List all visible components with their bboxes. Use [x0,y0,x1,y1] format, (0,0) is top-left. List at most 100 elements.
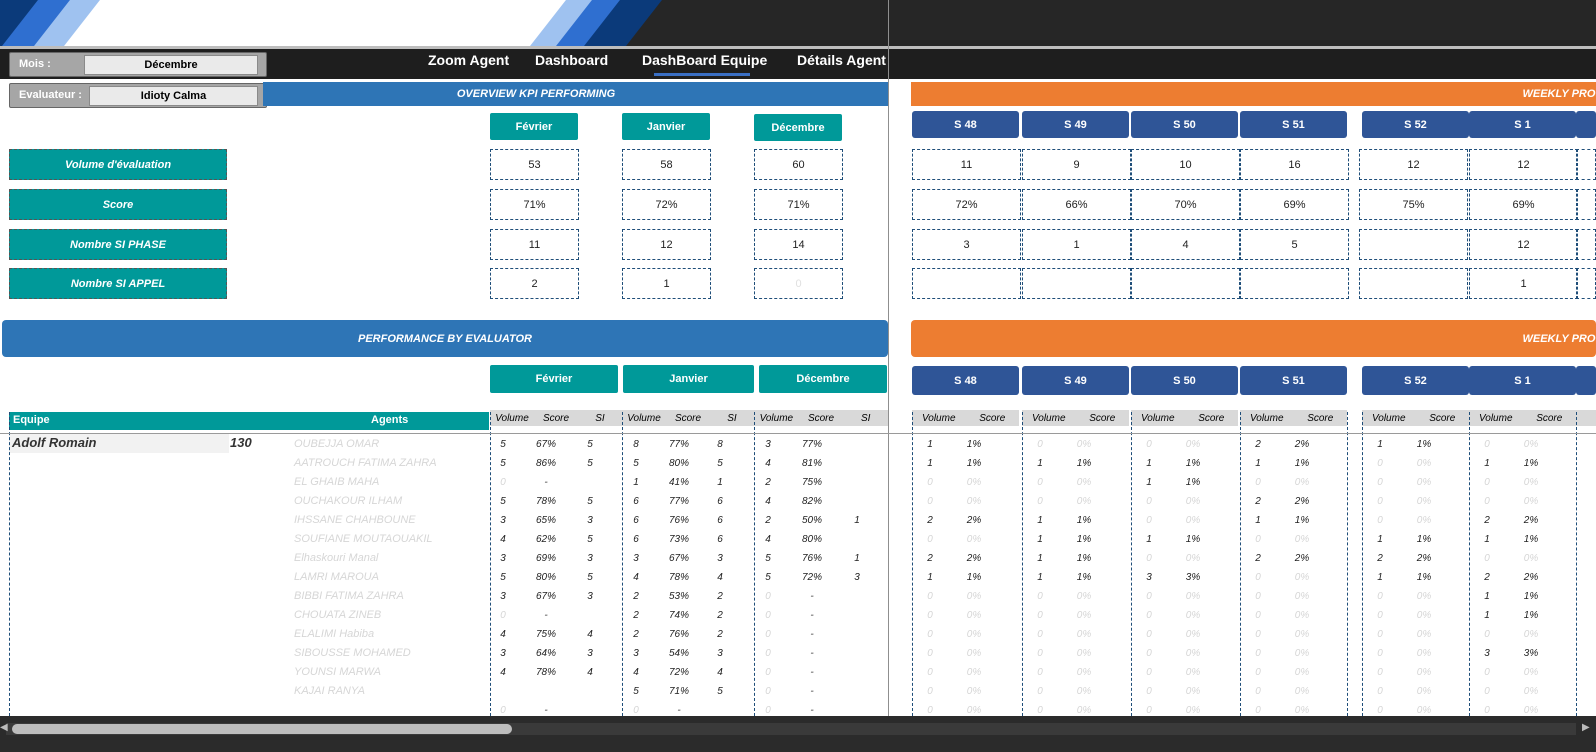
week-value-cell: 0% [1294,534,1310,545]
week-value-cell: 0% [1076,667,1092,678]
month-value-cell: 78% [535,496,556,507]
top-banner [0,0,1596,46]
month-value-cell: 4 [587,667,593,678]
weekly-banner-top: WEEKLY PROG [911,82,1596,106]
subheader-label: Volume [495,412,529,424]
kpi-month-cell: 1 [622,268,711,299]
column-separator [754,412,755,716]
month-value-cell: 86% [535,458,556,469]
month-value-cell: 53% [668,591,689,602]
week-value-cell: 0 [1255,572,1261,583]
week-value-cell: 0% [1416,610,1432,621]
week-value-cell: 3% [1185,572,1201,583]
evaluator-name: Adolf Romain [12,435,97,450]
week-value-cell: 3 [1146,572,1152,583]
week-value-cell: 0% [1294,591,1310,602]
week-value-cell: 0% [1416,629,1432,640]
week-value-cell: 0 [1037,629,1043,640]
scroll-left-icon[interactable]: ◀ [0,722,8,733]
week-value-cell: 0% [1185,610,1201,621]
month-value-cell: 5 [587,458,593,469]
month-value-cell [839,625,875,644]
perf-week-header-partial [1576,366,1596,395]
agent-name: SOUFIANE MOUTAOUAKIL [294,533,433,545]
month-value-cell [839,587,875,606]
week-value-cell: 1 [1255,458,1261,469]
week-value-cell: 1 [1146,458,1152,469]
scroll-right-icon[interactable]: ▶ [1582,722,1590,733]
week-value-cell: 0% [966,496,982,507]
overview-month-header: Janvier [622,113,710,140]
evaluateur-dropdown[interactable]: Idioty Calma [89,86,258,106]
week-value-cell: 1 [1377,534,1383,545]
week-value-cell: 0 [1484,553,1490,564]
month-value-cell: 75% [535,629,556,640]
column-separator [1240,412,1241,716]
performance-title: PERFORMANCE BY EVALUATOR [358,332,532,345]
month-value-cell: 5 [717,686,723,697]
week-value-cell: 0 [1255,591,1261,602]
week-value-cell: 1% [1076,458,1092,469]
week-value-cell: 0 [927,667,933,678]
week-value-cell: 1% [1523,534,1539,545]
week-value-cell: 0 [927,686,933,697]
month-value-cell: 54% [668,648,689,659]
week-value-cell: 0% [1294,667,1310,678]
week-value-cell: 1% [966,439,982,450]
column-separator [1131,412,1132,716]
nav-zoom-agent[interactable]: Zoom Agent [428,52,509,68]
month-value-cell: 78% [668,572,689,583]
nav-dashboard[interactable]: Dashboard [535,52,608,68]
subheader-label: Volume [921,412,956,424]
week-subheader: Volume Score [1022,410,1129,426]
month-value-cell: 3 [854,572,860,583]
month-value-cell: 4 [717,572,723,583]
kpi-week-cell: 69% [1240,189,1349,220]
kpi-week-cell-partial [1576,229,1596,260]
week-value-cell: 0 [1484,686,1490,697]
week-value-cell: 0% [1416,515,1432,526]
month-value-cell: 6 [717,534,723,545]
column-separator [1022,412,1023,716]
nav-dashboard-equipe[interactable]: DashBoard Equipe [642,52,767,68]
week-value-cell: 2% [966,515,982,526]
week-value-cell: 1 [1255,515,1261,526]
performance-banner: PERFORMANCE BY EVALUATOR [2,320,888,357]
week-subheader: Volume Score [912,410,1019,426]
kpi-week-cell: 72% [912,189,1021,220]
week-value-cell: 3% [1523,648,1539,659]
subheader-label: SI [595,412,605,424]
evaluateur-filter: Evaluateur : Idioty Calma [9,83,267,108]
week-value-cell: 0 [1484,477,1490,488]
week-value-cell: 0% [1076,591,1092,602]
week-value-cell: 0 [1255,648,1261,659]
month-value-cell: 3 [633,553,639,564]
column-separator [1576,412,1577,716]
kpi-week-cell [1240,268,1349,299]
subheader-label: Volume [1249,412,1284,424]
agent-name: SIBOUSSE MOHAMED [294,647,411,659]
scroll-thumb[interactable] [12,724,512,734]
month-value-cell: 65% [535,515,556,526]
week-value-cell: 1 [1484,591,1490,602]
week-value-cell: 2 [1377,553,1383,564]
kpi-label: Nombre SI APPEL [9,268,227,299]
month-value-cell [839,663,875,682]
month-value-cell: 2 [633,610,639,621]
month-value-cell: 78% [535,667,556,678]
week-value-cell: 0 [1255,686,1261,697]
week-value-cell: 0% [1294,477,1310,488]
month-value-cell: 2 [633,629,639,640]
kpi-month-cell: 71% [490,189,579,220]
month-value-cell: - [810,648,814,659]
week-value-cell: 1% [1076,534,1092,545]
subheader-label: Score [1198,412,1225,424]
month-value-cell: 0 [765,591,771,602]
nav-details-agent[interactable]: Détails Agent [797,52,886,68]
month-value-cell: 76% [668,515,689,526]
month-value-cell: 4 [633,572,639,583]
mois-dropdown[interactable]: Décembre [84,55,258,75]
week-value-cell: 1% [1294,515,1310,526]
week-value-cell: 0 [1037,686,1043,697]
kpi-label: Score [9,189,227,220]
